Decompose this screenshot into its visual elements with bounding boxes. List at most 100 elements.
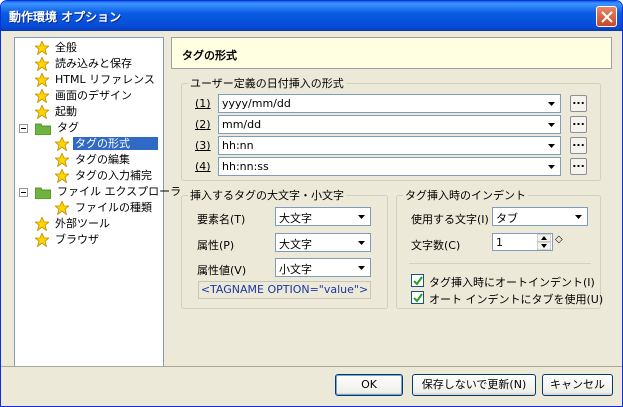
close-icon: [601, 11, 613, 23]
date-format-4-label: (4): [195, 160, 211, 173]
date-format-3-label: (3): [195, 139, 211, 152]
star-icon: [35, 217, 49, 231]
category-tree[interactable]: 全般 読み込みと保存 HTML リファレンス 画面のデザイン 起動 タグ タグの…: [14, 37, 181, 367]
star-icon: [35, 89, 49, 103]
combo-value: mm/dd: [222, 118, 262, 131]
dropdown-arrow-icon[interactable]: [544, 159, 559, 174]
apply-without-saving-button[interactable]: 保存しないで更新(N): [412, 374, 536, 396]
star-icon: [55, 153, 69, 167]
dropdown-arrow-icon[interactable]: [544, 96, 559, 111]
cancel-button[interactable]: キャンセル: [542, 374, 613, 396]
collapse-file-explorer-expander[interactable]: [19, 188, 28, 197]
star-icon: [55, 137, 69, 151]
dropdown-arrow-icon[interactable]: [571, 209, 586, 224]
group-legend: タグ挿入時のインデント: [403, 189, 528, 202]
dropdown-arrow-icon[interactable]: [354, 209, 369, 224]
indent-char-label: 使用する文字(I): [411, 213, 489, 226]
tree-item-label: タグの編集: [75, 153, 130, 166]
tree-item-external-tools[interactable]: 外部ツール: [35, 216, 112, 232]
dropdown-arrow-icon[interactable]: [544, 117, 559, 132]
star-icon: [55, 201, 69, 215]
dropdown-arrow-icon[interactable]: [354, 235, 369, 250]
separator: [409, 263, 591, 264]
tree-item-file-explorer[interactable]: ファイル エクスプローラ: [35, 184, 183, 200]
tree-item-file-types[interactable]: ファイルの種類: [55, 200, 154, 216]
case-preview: <TAGNAME OPTION="value">: [198, 281, 371, 299]
indent-count-input[interactable]: 1: [492, 233, 553, 251]
tree-item-general[interactable]: 全般: [35, 40, 79, 56]
tree-item-label: 読み込みと保存: [55, 57, 132, 70]
options-dialog: 動作環境 オプション 全般 読み込みと保存 HTML リファレンス 画面のデザイ…: [0, 0, 623, 407]
attribute-value-combo[interactable]: 小文字: [275, 258, 371, 277]
tree-item-load-save[interactable]: 読み込みと保存: [35, 56, 134, 72]
check-icon: [413, 293, 423, 303]
attribute-combo[interactable]: 大文字: [275, 233, 371, 252]
use-tab-checkbox[interactable]: [411, 291, 424, 304]
tree-item-tag-edit[interactable]: タグの編集: [55, 152, 132, 168]
element-name-label: 要素名(T): [197, 213, 246, 226]
auto-indent-label: タグ挿入時にオートインデント(I): [429, 276, 595, 289]
use-tab-label: オート インデントにタブを使用(U): [429, 293, 604, 306]
page-title: タグの形式: [182, 49, 237, 62]
star-icon: [35, 233, 49, 247]
date-format-1-combo[interactable]: yyyy/mm/dd: [218, 94, 561, 113]
tree-item-tag-completion[interactable]: タグの入力補完: [55, 168, 154, 184]
close-button[interactable]: [596, 6, 617, 27]
ok-button[interactable]: OK: [335, 374, 403, 396]
auto-indent-checkbox[interactable]: [411, 274, 424, 287]
indent-count-label: 文字数(C): [411, 239, 461, 252]
date-format-4-combo[interactable]: hh:nn:ss: [218, 157, 561, 176]
folder-icon: [35, 123, 51, 135]
tree-item-label: タグ: [57, 121, 79, 134]
combo-value: 小文字: [279, 263, 312, 276]
tree-item-label: ファイル エクスプローラ: [57, 185, 182, 198]
date-format-4-browse-button[interactable]: ...: [570, 158, 587, 175]
tree-item-browser[interactable]: ブラウザ: [35, 232, 101, 248]
indent-char-combo[interactable]: タブ: [492, 207, 588, 226]
combo-value: 大文字: [279, 238, 312, 251]
spin-step-icon: ◇: [555, 234, 563, 245]
tree-item-label: ブラウザ: [55, 233, 99, 246]
combo-value: hh:nn: [222, 139, 254, 152]
date-format-2-browse-button[interactable]: ...: [570, 116, 587, 133]
dropdown-arrow-icon[interactable]: [544, 138, 559, 153]
combo-value: yyyy/mm/dd: [222, 97, 291, 110]
spin-up-down-icon: [536, 233, 552, 251]
tree-item-label: ファイルの種類: [75, 201, 152, 214]
row-number: 4: [199, 160, 207, 173]
group-legend: 挿入するタグの大文字・小文字: [188, 189, 346, 202]
date-format-2-label: (2): [195, 118, 211, 131]
attribute-value-label: 属性値(V): [197, 264, 247, 277]
dropdown-arrow-icon[interactable]: [354, 260, 369, 275]
spin-buttons[interactable]: [536, 233, 552, 251]
element-name-combo[interactable]: 大文字: [275, 207, 371, 226]
combo-value: タブ: [496, 212, 518, 225]
tree-item-screen-design[interactable]: 画面のデザイン: [35, 88, 134, 104]
combo-value: 大文字: [279, 212, 312, 225]
tree-item-tag[interactable]: タグ: [35, 120, 81, 136]
star-icon: [35, 57, 49, 71]
tree-item-html-reference[interactable]: HTML リファレンス: [35, 72, 157, 88]
tree-item-label: 画面のデザイン: [55, 89, 132, 102]
tree-item-tag-format[interactable]: タグの形式: [55, 136, 158, 152]
tree-item-label: 起動: [55, 105, 77, 118]
row-number: 2: [199, 118, 207, 131]
title-bar: 動作環境 オプション: [1, 1, 622, 31]
date-format-3-browse-button[interactable]: ...: [570, 137, 587, 154]
footer-divider: [1, 366, 622, 367]
date-format-1-browse-button[interactable]: ...: [570, 95, 587, 112]
spin-value: 1: [496, 236, 503, 249]
collapse-tag-expander[interactable]: [19, 124, 28, 133]
combo-value: hh:nn:ss: [222, 160, 269, 173]
tree-item-label: 外部ツール: [55, 217, 110, 230]
tree-item-label: タグの入力補完: [75, 169, 152, 182]
tree-item-startup[interactable]: 起動: [35, 104, 79, 120]
date-format-2-combo[interactable]: mm/dd: [218, 115, 561, 134]
date-format-3-combo[interactable]: hh:nn: [218, 136, 561, 155]
star-icon: [35, 41, 49, 55]
row-number: 3: [199, 139, 207, 152]
star-icon: [35, 105, 49, 119]
tree-item-label: HTML リファレンス: [55, 73, 155, 86]
group-legend: ユーザー定義の日付挿入の形式: [188, 77, 346, 90]
star-icon: [55, 169, 69, 183]
